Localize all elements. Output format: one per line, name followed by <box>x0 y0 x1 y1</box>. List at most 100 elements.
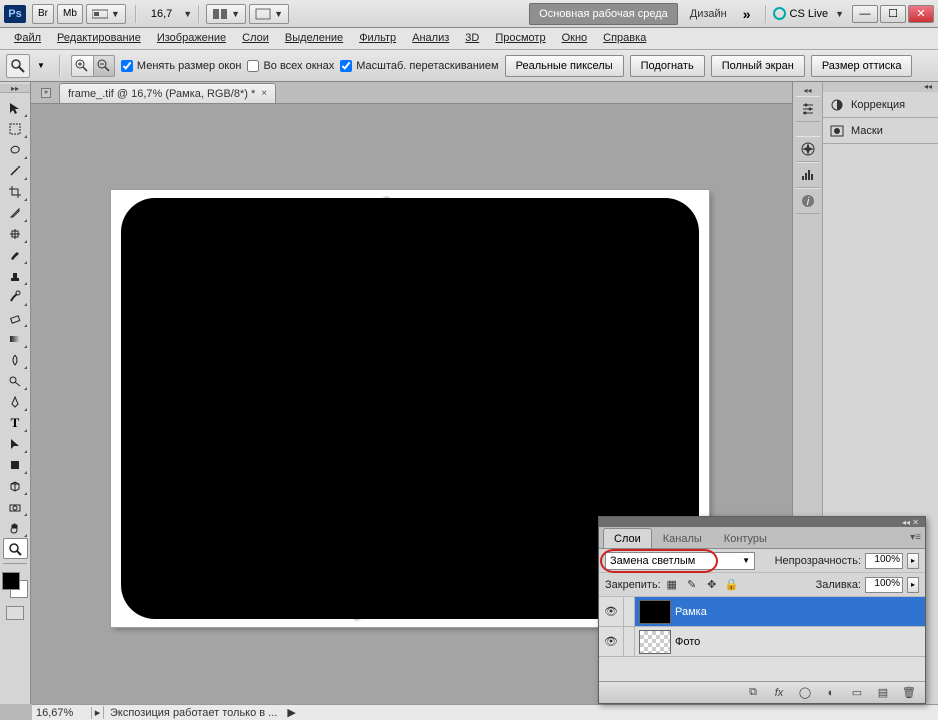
zoom-out-icon[interactable] <box>93 55 115 77</box>
collapse-icon[interactable]: ◂◂ <box>823 82 938 92</box>
status-play-icon[interactable]: ▶ <box>287 706 295 719</box>
panel-menu-icon[interactable]: ▾≡ <box>910 532 921 543</box>
info-icon[interactable]: i <box>796 188 820 214</box>
menu-3d[interactable]: 3D <box>457 30 487 47</box>
titlebar-zoom[interactable]: 16,7 <box>151 8 172 20</box>
wand-tool[interactable] <box>3 160 28 181</box>
zoom-tool[interactable] <box>3 538 28 559</box>
menu-edit[interactable]: Редактирование <box>49 30 149 47</box>
menu-view[interactable]: Просмотр <box>487 30 553 47</box>
3d-tool[interactable] <box>3 475 28 496</box>
screenmode-button[interactable]: ▼ <box>249 4 289 24</box>
menu-file[interactable]: Файл <box>6 30 49 47</box>
lock-pixels-icon[interactable]: ✎ <box>685 578 699 592</box>
link-cell[interactable] <box>623 597 635 626</box>
zoom-mode-toggle[interactable] <box>71 55 115 77</box>
navigator-icon[interactable] <box>796 136 820 162</box>
tab-channels[interactable]: Каналы <box>652 528 713 548</box>
lock-position-icon[interactable]: ✥ <box>705 578 719 592</box>
panel-masks[interactable]: Маски <box>823 118 938 144</box>
stamp-tool[interactable] <box>3 265 28 286</box>
menu-window[interactable]: Окно <box>554 30 596 47</box>
zoom-tool-preset[interactable] <box>6 54 30 78</box>
layer-thumbnail[interactable] <box>639 630 671 654</box>
history-brush-tool[interactable] <box>3 286 28 307</box>
resize-windows-checkbox[interactable]: Менять размер окон <box>121 60 242 72</box>
visibility-eye-icon[interactable]: 👁 <box>599 635 623 648</box>
zoom-in-icon[interactable] <box>71 55 93 77</box>
minimize-button[interactable]: — <box>852 5 878 23</box>
trash-icon[interactable]: 🗑 <box>901 685 917 701</box>
opacity-value[interactable]: 100% <box>865 553 903 569</box>
workspace-selector[interactable]: Основная рабочая среда <box>529 3 678 25</box>
menu-analysis[interactable]: Анализ <box>404 30 457 47</box>
panel-correction[interactable]: Коррекция <box>823 92 938 118</box>
healing-tool[interactable] <box>3 223 28 244</box>
lock-all-icon[interactable]: 🔒 <box>725 578 739 592</box>
toolbox-collapse-icon[interactable]: ▸▸ <box>0 84 30 93</box>
status-zoom[interactable]: 16,67% <box>32 707 92 719</box>
gradient-tool[interactable] <box>3 328 28 349</box>
menu-select[interactable]: Выделение <box>277 30 351 47</box>
bridge-button[interactable]: Br <box>32 4 54 24</box>
scrubby-zoom-checkbox[interactable]: Масштаб. перетаскиванием <box>340 60 498 72</box>
shape-tool[interactable] <box>3 454 28 475</box>
quickmask-toggle[interactable] <box>6 606 24 620</box>
opacity-flyout-icon[interactable]: ▸ <box>907 553 919 569</box>
brush-tool[interactable] <box>3 244 28 265</box>
minibridge-button[interactable]: Mb <box>57 4 83 24</box>
link-cell[interactable] <box>623 627 635 656</box>
lock-transparent-icon[interactable]: ▦ <box>665 578 679 592</box>
expand-docs-icon[interactable]: » <box>41 88 51 98</box>
eyedropper-tool[interactable] <box>3 202 28 223</box>
adjustment-layer-icon[interactable]: ◐ <box>823 685 839 701</box>
menu-filter[interactable]: Фильтр <box>351 30 404 47</box>
type-tool[interactable]: T <box>3 412 28 433</box>
camera-tool[interactable] <box>3 496 28 517</box>
layer-row[interactable]: 👁 Фото <box>599 627 925 657</box>
blur-tool[interactable] <box>3 349 28 370</box>
path-select-tool[interactable] <box>3 433 28 454</box>
hand-tool[interactable] <box>3 517 28 538</box>
status-menu-icon[interactable]: ▸ <box>92 706 104 719</box>
close-button[interactable]: ✕ <box>908 5 934 23</box>
group-icon[interactable]: ▭ <box>849 685 865 701</box>
menu-layers[interactable]: Слои <box>234 30 277 47</box>
cslive-button[interactable]: CS Live ▼ <box>773 7 844 20</box>
design-workspace-button[interactable]: Дизайн <box>682 3 735 25</box>
fill-screen-button[interactable]: Полный экран <box>711 55 805 77</box>
eraser-tool[interactable] <box>3 307 28 328</box>
fx-icon[interactable]: fx <box>771 685 787 701</box>
fit-screen-button[interactable]: Подогнать <box>630 55 705 77</box>
pen-tool[interactable] <box>3 391 28 412</box>
viewmode-button[interactable]: ▼ <box>86 4 126 24</box>
layer-name[interactable]: Рамка <box>675 606 707 618</box>
chevron-down-icon[interactable]: ▼ <box>183 9 192 19</box>
blend-mode-select[interactable]: Замена светлым ▼ <box>605 552 755 570</box>
maximize-button[interactable]: ☐ <box>880 5 906 23</box>
lasso-tool[interactable] <box>3 139 28 160</box>
layer-name[interactable]: Фото <box>675 636 700 648</box>
document-tab[interactable]: frame_.tif @ 16,7% (Рамка, RGB/8*) * × <box>59 83 276 103</box>
panel-collapse-bar[interactable]: ◂◂ ✕ <box>599 517 925 527</box>
marquee-tool[interactable] <box>3 118 28 139</box>
tab-paths[interactable]: Контуры <box>713 528 778 548</box>
close-tab-icon[interactable]: × <box>261 88 267 99</box>
expand-workspaces-icon[interactable]: » <box>743 6 751 22</box>
histogram-icon[interactable] <box>796 162 820 188</box>
menu-image[interactable]: Изображение <box>149 30 234 47</box>
tab-layers[interactable]: Слои <box>603 528 652 548</box>
link-layers-icon[interactable]: ⧉ <box>745 685 761 701</box>
arrange-button[interactable]: ▼ <box>206 4 246 24</box>
print-size-button[interactable]: Размер оттиска <box>811 55 913 77</box>
collapse-icon[interactable]: ◂◂ <box>803 86 811 96</box>
crop-tool[interactable] <box>3 181 28 202</box>
move-tool[interactable] <box>3 97 28 118</box>
fill-flyout-icon[interactable]: ▸ <box>907 577 919 593</box>
menu-help[interactable]: Справка <box>595 30 654 47</box>
visibility-eye-icon[interactable]: 👁 <box>599 597 623 626</box>
chevron-down-icon[interactable]: ▼ <box>37 61 45 70</box>
layer-thumbnail[interactable] <box>639 600 671 624</box>
adjustments-icon[interactable] <box>796 96 820 122</box>
all-windows-checkbox[interactable]: Во всех окнах <box>247 60 334 72</box>
